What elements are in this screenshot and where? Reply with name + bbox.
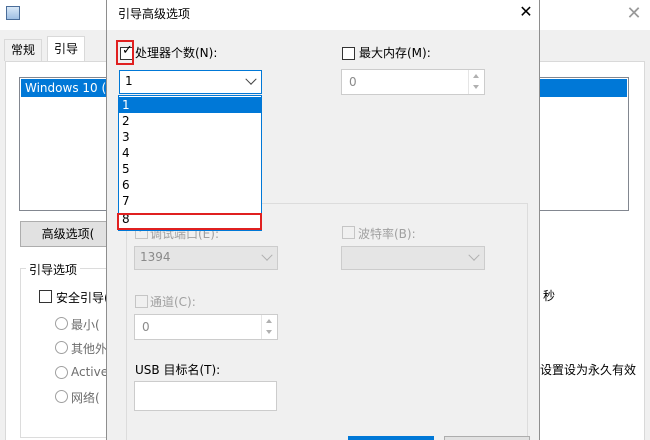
num-processors-value: 1 xyxy=(125,74,133,88)
make-permanent-label: 设置设为永久有效 xyxy=(540,363,637,377)
usb-target-input[interactable] xyxy=(134,381,277,411)
max-memory-label: 最大内存(M): xyxy=(359,46,431,60)
advanced-options-button[interactable]: 高级选项( xyxy=(20,221,116,247)
chevron-down-icon xyxy=(261,249,273,261)
max-memory-spinner[interactable]: 0 xyxy=(341,69,485,95)
usb-target-label: USB 目标名(T): xyxy=(135,363,221,377)
radio-minimal-label: 最小( xyxy=(71,318,100,332)
annotation-highlight-checkbox xyxy=(116,40,134,65)
annotation-highlight-option-8 xyxy=(117,213,262,230)
boot-options-label: 引导选项 xyxy=(26,261,81,278)
channel-label: 通道(C): xyxy=(150,295,196,309)
dropdown-option[interactable]: 7 xyxy=(119,193,261,209)
baud-rate-combo[interactable] xyxy=(341,246,485,270)
cancel-button[interactable] xyxy=(444,436,530,440)
max-memory-checkbox[interactable] xyxy=(342,47,355,60)
baud-rate-label: 波特率(B): xyxy=(358,227,416,241)
channel-spinner[interactable]: 0 xyxy=(134,314,278,340)
num-processors-combo[interactable]: 1 xyxy=(119,70,262,94)
debug-port-combo[interactable]: 1394 xyxy=(134,246,278,270)
dropdown-option[interactable]: 5 xyxy=(119,161,261,177)
app-icon xyxy=(6,6,20,20)
max-memory-spin-buttons[interactable] xyxy=(468,70,484,94)
channel-value: 0 xyxy=(142,320,150,334)
channel-checkbox[interactable] xyxy=(135,295,148,308)
bg-close-icon[interactable]: ✕ xyxy=(624,4,644,24)
channel-spin-buttons[interactable] xyxy=(261,315,277,339)
radio-active-directory[interactable] xyxy=(55,366,68,379)
spin-up-icon[interactable] xyxy=(266,319,272,323)
radio-minimal[interactable] xyxy=(55,317,68,330)
dropdown-option[interactable]: 6 xyxy=(119,177,261,193)
tab-boot[interactable]: 引导 xyxy=(47,36,86,62)
dialog-close-icon[interactable]: ✕ xyxy=(511,0,541,26)
seconds-label: 秒 xyxy=(543,289,556,303)
chevron-down-icon xyxy=(245,73,257,85)
spin-down-icon[interactable] xyxy=(266,330,272,334)
radio-alternate-shell[interactable] xyxy=(55,341,68,354)
dialog-titlebar: 引导高级选项 ✕ xyxy=(107,0,539,30)
spin-down-icon[interactable] xyxy=(473,85,479,89)
radio-active-directory-label: Active xyxy=(71,365,109,379)
safe-boot-label: 安全引导( xyxy=(56,291,109,305)
safe-boot-checkbox[interactable] xyxy=(39,290,52,303)
num-processors-dropdown-list[interactable]: 1 2 3 4 5 6 7 8 xyxy=(118,95,262,231)
radio-alternate-shell-label: 其他外 xyxy=(71,342,108,356)
dialog-title: 引导高级选项 xyxy=(118,7,191,21)
dropdown-option[interactable]: 2 xyxy=(119,113,261,129)
debug-port-value: 1394 xyxy=(140,250,171,264)
dropdown-option[interactable]: 3 xyxy=(119,129,261,145)
baud-rate-checkbox[interactable] xyxy=(342,226,355,239)
dropdown-option[interactable]: 1 xyxy=(119,97,261,113)
dropdown-option[interactable]: 4 xyxy=(119,145,261,161)
spin-up-icon[interactable] xyxy=(473,74,479,78)
num-processors-label: 处理器个数(N): xyxy=(135,46,218,60)
tab-general[interactable]: 常规 xyxy=(4,39,43,61)
radio-network[interactable] xyxy=(55,390,68,403)
chevron-down-icon xyxy=(468,249,480,261)
radio-network-label: 网络( xyxy=(71,391,100,405)
max-memory-value: 0 xyxy=(349,75,357,89)
ok-button[interactable] xyxy=(348,436,434,440)
